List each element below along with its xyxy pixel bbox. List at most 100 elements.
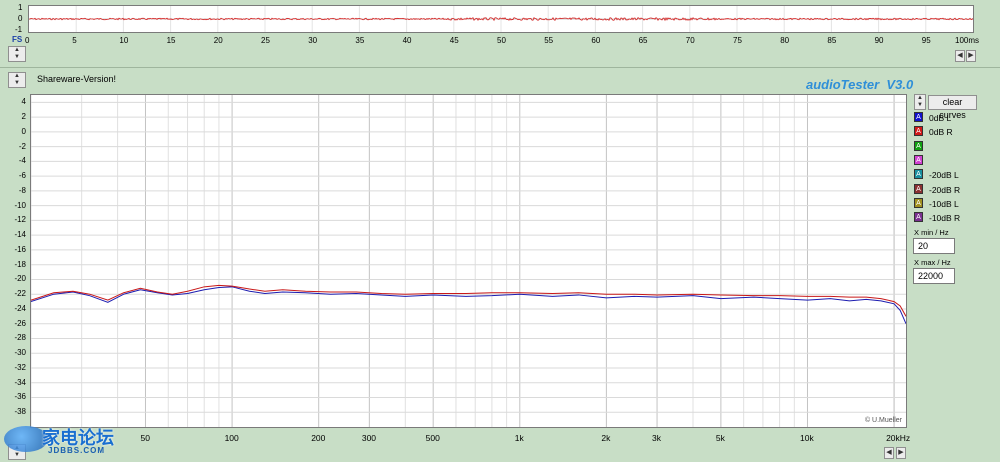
frequency-response-chart	[31, 95, 906, 427]
scope-x-tick: 80	[780, 36, 790, 45]
xmin-label: X min / Hz	[914, 228, 949, 237]
xmax-label: X max / Hz	[914, 258, 951, 267]
y-tick-label: -20	[14, 274, 26, 284]
x-tick-label: 20kHz	[886, 433, 911, 443]
legend-item[interactable]: A 0dB L	[914, 112, 951, 124]
y-tick-label: -18	[14, 259, 26, 269]
y-tick-label: -12	[14, 215, 26, 225]
curve-select-spin[interactable]: ▲ ▼	[914, 94, 926, 110]
scope-x-tick: 70	[685, 36, 695, 45]
y-tick-label: 0	[21, 126, 26, 136]
x-tick-label: 100	[224, 433, 239, 443]
legend-swatch[interactable]: A	[914, 154, 923, 165]
y-tick-label: 4	[21, 97, 26, 107]
bottom-scroll-right-button[interactable]: ▶	[896, 447, 906, 459]
scope-x-tick: 25	[261, 36, 270, 45]
app-brand: audioTester V3.0	[806, 77, 914, 92]
legend-swatch[interactable]: A	[914, 169, 923, 180]
scope-x-tick: 65	[638, 36, 648, 45]
scope-trace	[29, 6, 973, 32]
xmax-input[interactable]: 22000	[913, 268, 955, 284]
x-tick-label: 5k	[715, 433, 725, 443]
y-tick-label: -10	[14, 200, 26, 210]
y-tick-label: -8	[18, 185, 26, 195]
y-tick-label: -24	[14, 303, 26, 313]
bottom-scroll-left-button[interactable]: ◀	[884, 447, 894, 459]
y-tick-label: -32	[14, 362, 26, 372]
y-tick-label: 2	[21, 112, 26, 122]
scope-x-tick: 85	[827, 36, 837, 45]
scope-x-tick: 20	[213, 36, 223, 45]
scope-x-tick: 95	[921, 36, 931, 45]
x-tick-label: 2k	[601, 433, 611, 443]
legend-swatch[interactable]: A	[914, 197, 923, 208]
legend-item[interactable]: A -10dB L	[914, 197, 959, 210]
legend-swatch[interactable]: A	[914, 112, 923, 122]
scope-scroll-left-button[interactable]: ◀	[955, 50, 965, 62]
legend-item[interactable]: A	[914, 140, 929, 153]
scope-x-tick: 50	[497, 36, 506, 45]
header-divider	[0, 67, 1000, 68]
legend-label: -10dB L	[929, 198, 959, 209]
y-tick-label: -2	[18, 141, 26, 151]
scope-x-tick: 75	[733, 36, 742, 45]
y-tick-label: -14	[14, 230, 26, 240]
watermark-subtext: JDBBS.COM	[48, 446, 106, 455]
legend-item[interactable]: A	[914, 154, 929, 167]
scope-x-tick: 15	[166, 36, 176, 45]
xmin-input[interactable]: 20	[913, 238, 955, 254]
x-tick-label: 500	[425, 433, 440, 443]
x-tick-label: 300	[361, 433, 377, 443]
y-tick-label: -22	[14, 289, 26, 299]
scope-x-tick: 0	[25, 36, 30, 45]
frequency-response-plot: © U.Mueller	[30, 94, 907, 428]
legend-label: -20dB L	[929, 170, 959, 181]
legend-label: 0dB R	[929, 127, 953, 138]
scope-x-tick: 40	[402, 36, 412, 45]
y-tick-label: -16	[14, 244, 26, 254]
legend-swatch[interactable]: A	[914, 212, 923, 223]
scope-x-tick: 90	[874, 36, 884, 45]
fs-label: FS	[12, 35, 23, 44]
y-tick-label: -4	[18, 156, 26, 166]
legend-swatch[interactable]: A	[914, 140, 923, 151]
legend-label: 0dB L	[929, 113, 952, 123]
series-line-right	[31, 284, 906, 317]
x-tick-label: 10k	[799, 433, 814, 443]
scope-x-tick: 45	[449, 36, 459, 45]
clear-curves-button[interactable]: clear curves	[928, 95, 977, 120]
scope-x-tick: 60	[591, 36, 601, 45]
scope-y-tick: 0	[18, 14, 23, 23]
scope-plot	[28, 5, 974, 33]
x-tick-label: 3k	[652, 433, 662, 443]
legend-swatch[interactable]: A	[914, 126, 923, 137]
legend-item[interactable]: A -10dB R	[914, 212, 960, 224]
y-tick-label: -38	[14, 407, 26, 417]
scope-x-tick: 100ms	[955, 36, 980, 45]
legend-item[interactable]: A -20dB R	[914, 183, 961, 196]
scope-x-tick: 35	[355, 36, 365, 45]
main-spin-button[interactable]: ▲ ▼	[8, 72, 26, 88]
y-tick-label: -30	[14, 348, 26, 358]
watermark-logo: 家电论坛 JDBBS.COM	[4, 424, 144, 460]
credit-label: © U.Mueller	[864, 417, 902, 424]
legend-item[interactable]: A 0dB R	[914, 126, 953, 138]
scope-y-tick: -1	[15, 25, 23, 34]
scope-x-tick: 55	[544, 36, 554, 45]
y-tick-label: -26	[14, 318, 26, 328]
x-tick-label: 200	[311, 433, 326, 443]
scope-x-tick: 30	[308, 36, 318, 45]
scope-spin-button[interactable]: ▲ ▼	[8, 46, 26, 62]
scope-x-tick: 5	[72, 36, 77, 45]
legend-label: -20dB R	[929, 184, 961, 195]
scope-scroll-right-button[interactable]: ▶	[966, 50, 976, 62]
scope-x-tick: 10	[119, 36, 129, 45]
legend-swatch[interactable]: A	[914, 183, 923, 194]
y-tick-label: -36	[14, 392, 26, 402]
shareware-notice: Shareware-Version!	[37, 74, 117, 84]
y-tick-label: -6	[18, 171, 26, 181]
y-tick-label: -34	[14, 377, 26, 387]
y-tick-label: -28	[14, 333, 26, 343]
legend-item[interactable]: A -20dB L	[914, 169, 959, 181]
x-tick-label: 1k	[514, 433, 524, 443]
